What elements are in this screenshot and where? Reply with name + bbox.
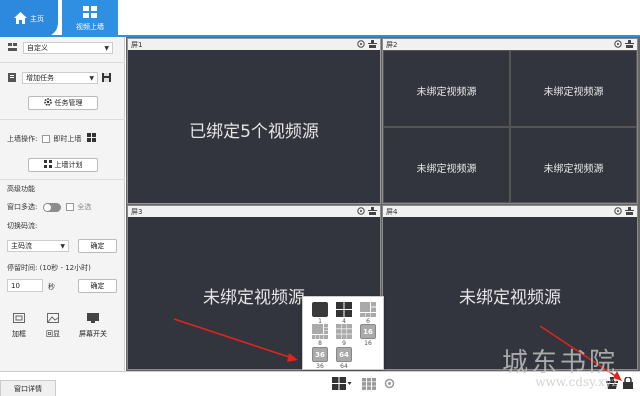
confirm-dwell-button[interactable]: 确定 (78, 279, 117, 293)
wall-plan-button[interactable]: 上墙计划 (28, 158, 98, 172)
layout-4-icon (336, 302, 352, 317)
add-frame-tool[interactable]: 加框 (12, 313, 26, 339)
refresh-icon[interactable] (384, 378, 395, 391)
confirm-stream-button[interactable]: 确定 (78, 239, 117, 253)
divider (0, 179, 125, 180)
stream-select[interactable]: 主码流 ▼ (7, 240, 69, 252)
settings-icon[interactable] (357, 206, 365, 217)
select-all-checkbox[interactable] (66, 203, 75, 211)
video-wall-app: 主页 视频上墙 自定义 ▼ 增加任务 ▼ 任务管理 上墙操作: 即时上墙 上墙计… (0, 0, 640, 396)
layout-option-1[interactable]: 1 (311, 302, 329, 325)
clear-icon[interactable] (625, 39, 634, 50)
multi-select-row: 窗口多选: 全选 (7, 202, 92, 212)
layout-8-icon (312, 324, 328, 339)
settings-icon[interactable] (614, 39, 622, 50)
screen-switch-tool[interactable]: 屏幕开关 (79, 313, 107, 339)
sub-window[interactable]: 未绑定视频源 (510, 50, 637, 127)
clear-icon[interactable] (368, 39, 377, 50)
grid-icon (83, 5, 97, 20)
layout-9-icon (336, 324, 352, 339)
sub-window[interactable]: 未绑定视频源 (383, 50, 510, 127)
monitor-icon (87, 313, 99, 325)
home-icon (14, 11, 27, 26)
layout-1-icon (312, 302, 328, 317)
grid-icon (43, 160, 52, 170)
tab-video-wall-label: 视频上墙 (76, 22, 104, 31)
watermark: 城东书院 www.cdsy.xyz (501, 348, 618, 389)
document-icon (8, 72, 16, 84)
screen-header: 屏1 (128, 39, 380, 50)
settings-icon[interactable] (614, 206, 622, 217)
screen-status: 已绑定5个视频源 (189, 122, 319, 142)
layout-option-4[interactable]: 4 (335, 302, 353, 325)
layout-option-36[interactable]: 36 36 (311, 347, 329, 370)
layout-option-16[interactable]: 16 16 (359, 324, 377, 347)
advanced-label: 高级功能 (7, 185, 35, 193)
wall-op-row: 上墙操作: 即时上墙 (7, 133, 97, 144)
layout-picker-popup: 1 4 6 8 9 16 16 36 36 64 64 (302, 296, 384, 370)
task-select[interactable]: 增加任务 ▼ (22, 72, 98, 84)
screen-header: 屏2 (383, 39, 637, 50)
gear-icon (43, 98, 52, 108)
switch-stream-label: 切换码流: (7, 222, 38, 230)
screen-2[interactable]: 屏2 未绑定视频源 未绑定视频源 未绑定视频源 未绑定视频源 (382, 38, 638, 204)
layout-36-icon: 36 (312, 347, 328, 362)
task-manage-button[interactable]: 任务管理 (28, 96, 98, 110)
image-icon (47, 313, 59, 325)
tab-home[interactable]: 主页 (0, 0, 58, 37)
layout-select[interactable]: 自定义 ▼ (23, 42, 113, 54)
chevron-down-icon: ▼ (104, 44, 109, 52)
settings-icon[interactable] (357, 39, 365, 50)
instant-wall-checkbox[interactable] (42, 134, 51, 143)
layout-6-icon (360, 302, 376, 317)
chevron-down-icon: ▼ (89, 74, 94, 82)
grid-icon[interactable] (87, 133, 97, 144)
layout-option-6[interactable]: 6 (359, 302, 377, 325)
clear-icon[interactable] (625, 206, 634, 217)
echo-tool[interactable]: 回显 (46, 313, 60, 339)
top-bar: 主页 视频上墙 (0, 0, 640, 37)
layout-16-icon: 16 (360, 324, 376, 339)
divider (0, 119, 125, 120)
layout-option-8[interactable]: 8 (311, 324, 329, 347)
lock-icon[interactable] (623, 376, 633, 391)
window-detail-tab[interactable]: 窗口详情 (0, 380, 56, 396)
left-panel: 自定义 ▼ 增加任务 ▼ 任务管理 上墙操作: 即时上墙 上墙计划 高级功能 窗… (0, 37, 125, 371)
frame-icon (13, 313, 25, 325)
layout-row: 自定义 ▼ (8, 42, 113, 54)
layout-icon (8, 43, 17, 53)
layout-toggle-icon[interactable] (332, 377, 352, 393)
screen-header: 屏3 (128, 206, 380, 217)
chevron-down-icon: ▼ (60, 242, 65, 250)
tab-home-label: 主页 (30, 14, 44, 23)
divider (0, 62, 125, 63)
screen-1[interactable]: 屏1 已绑定5个视频源 (127, 38, 381, 204)
sub-window[interactable]: 未绑定视频源 (383, 127, 510, 203)
screen-header: 屏4 (383, 206, 637, 217)
dwell-label: 停留时间: (10秒 - 12小时) (7, 264, 91, 272)
layout-option-9[interactable]: 9 (335, 324, 353, 347)
layout-64-icon: 64 (336, 347, 352, 362)
clear-icon[interactable] (368, 206, 377, 217)
tab-video-wall[interactable]: 视频上墙 (62, 0, 118, 37)
dwell-unit: 秒 (48, 283, 55, 291)
multi-select-toggle[interactable] (43, 202, 62, 212)
sub-window[interactable]: 未绑定视频源 (510, 127, 637, 203)
layout-grid-icon[interactable] (362, 378, 376, 392)
screen-status: 未绑定视频源 (459, 288, 561, 308)
dwell-time-input[interactable]: 10 (7, 279, 43, 292)
save-icon[interactable] (102, 72, 111, 84)
layout-option-64[interactable]: 64 64 (335, 347, 353, 370)
task-row: 增加任务 ▼ (8, 72, 111, 84)
